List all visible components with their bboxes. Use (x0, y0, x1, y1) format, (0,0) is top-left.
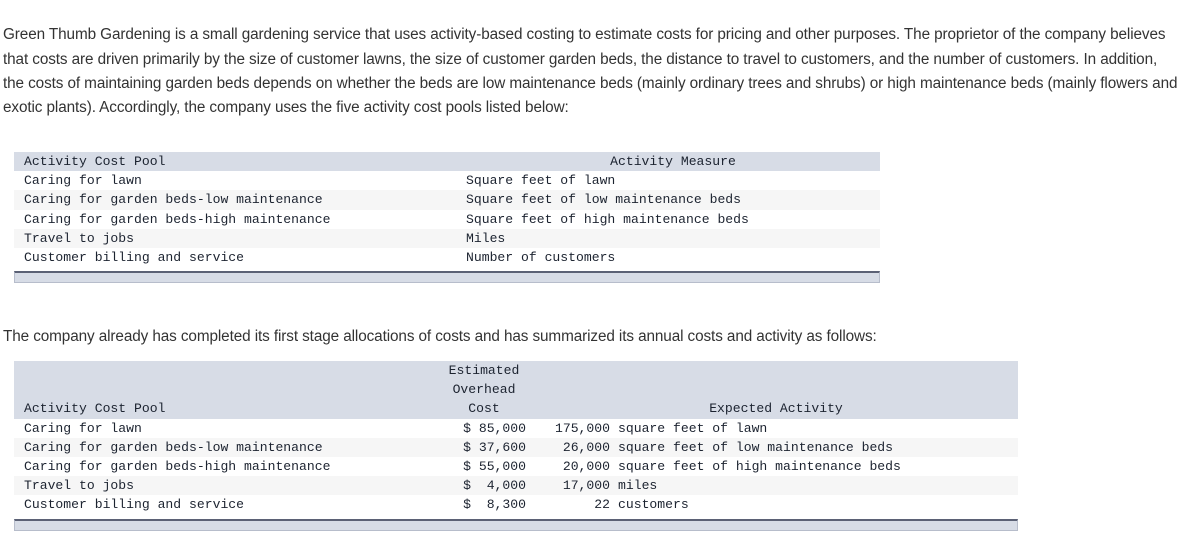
table-header-row-line1: Estimated (14, 361, 1018, 381)
cell-expected-activity-quantity: 17,000 (534, 476, 618, 496)
cell-activity-measure: Square feet of high maintenance beds (466, 209, 880, 229)
column-header-estimated: Estimated (434, 361, 534, 381)
cell-activity-cost-pool: Caring for lawn (14, 418, 434, 438)
table-row: Caring for lawn $ 85,000 175,000 square … (14, 418, 1018, 438)
cell-activity-cost-pool: Travel to jobs (14, 476, 434, 496)
table-row: Caring for garden beds-low maintenance $… (14, 437, 1018, 458)
activity-measures-table: Activity Cost Pool Activity Measure Cari… (14, 152, 880, 268)
cell-expected-activity-quantity: 20,000 (534, 457, 618, 477)
cell-activity-cost-pool: Travel to jobs (14, 228, 466, 249)
column-header-activity-cost-pool: Activity Cost Pool (14, 152, 466, 172)
cell-activity-measure: Square feet of lawn (466, 171, 880, 191)
cell-activity-cost-pool: Caring for garden beds-high maintenance (14, 209, 466, 229)
cell-expected-activity-unit: customers (618, 495, 1018, 515)
cell-expected-activity-unit: square feet of low maintenance beds (618, 437, 1018, 458)
header-spacer-pool (14, 380, 434, 400)
cell-activity-cost-pool: Customer billing and service (14, 248, 466, 268)
cell-activity-cost-pool: Customer billing and service (14, 495, 434, 515)
column-header-expected-activity: Expected Activity (534, 399, 1018, 419)
cell-expected-activity-quantity: 26,000 (534, 437, 618, 458)
header-spacer-qty (534, 380, 618, 400)
cell-estimated-overhead-cost: $ 55,000 (434, 457, 534, 477)
table-header-row-line2: Overhead (14, 380, 1018, 400)
header-spacer-uom (618, 361, 1018, 381)
problem-page: Green Thumb Gardening is a small gardeni… (0, 0, 1181, 533)
cell-estimated-overhead-cost: $ 85,000 (434, 418, 534, 438)
cell-estimated-overhead-cost: $ 37,600 (434, 437, 534, 458)
cell-expected-activity-unit: miles (618, 476, 1018, 496)
table-row: Caring for garden beds-high maintenance … (14, 209, 880, 229)
table-header-row-line3: Activity Cost Pool Cost Expected Activit… (14, 399, 1018, 419)
cell-estimated-overhead-cost: $ 4,000 (434, 476, 534, 496)
column-header-cost: Cost (434, 399, 534, 419)
table-row: Caring for garden beds-low maintenance S… (14, 190, 880, 210)
cell-expected-activity-quantity: 22 (534, 495, 618, 515)
table-row: Caring for lawn Square feet of lawn (14, 171, 880, 191)
cell-activity-cost-pool: Caring for garden beds-low maintenance (14, 437, 434, 458)
cell-expected-activity-quantity: 175,000 (534, 418, 618, 438)
table-row: Travel to jobs Miles (14, 228, 880, 249)
table-header-row: Activity Cost Pool Activity Measure (14, 152, 880, 172)
cell-activity-measure: Square feet of low maintenance beds (466, 190, 880, 210)
cost-summary-table: Estimated Overhead Activity Cost Pool Co… (14, 361, 1018, 515)
cell-activity-cost-pool: Caring for garden beds-low maintenance (14, 190, 466, 210)
intro-paragraph: Green Thumb Gardening is a small gardeni… (3, 26, 1178, 116)
second-paragraph: The company already has completed its fi… (3, 328, 877, 346)
cell-expected-activity-unit: square feet of lawn (618, 418, 1018, 438)
cell-activity-cost-pool: Caring for lawn (14, 171, 466, 191)
cost-summary-table-footer-bar (14, 519, 1018, 531)
table-row: Customer billing and service $ 8,300 22 … (14, 495, 1018, 515)
cell-expected-activity-unit: square feet of high maintenance beds (618, 457, 1018, 477)
header-spacer-uom (618, 380, 1018, 400)
header-spacer-pool (14, 361, 434, 381)
cell-activity-cost-pool: Caring for garden beds-high maintenance (14, 457, 434, 477)
header-spacer-qty (534, 361, 618, 381)
column-header-activity-measure: Activity Measure (466, 152, 880, 172)
column-header-overhead: Overhead (434, 380, 534, 400)
cell-activity-measure: Miles (466, 228, 880, 249)
table-row: Customer billing and service Number of c… (14, 248, 880, 268)
activity-measures-table-footer-bar (14, 271, 880, 283)
column-header-activity-cost-pool: Activity Cost Pool (14, 399, 434, 419)
cell-activity-measure: Number of customers (466, 248, 880, 268)
table-row: Travel to jobs $ 4,000 17,000 miles (14, 476, 1018, 496)
cell-estimated-overhead-cost: $ 8,300 (434, 495, 534, 515)
table-row: Caring for garden beds-high maintenance … (14, 457, 1018, 477)
